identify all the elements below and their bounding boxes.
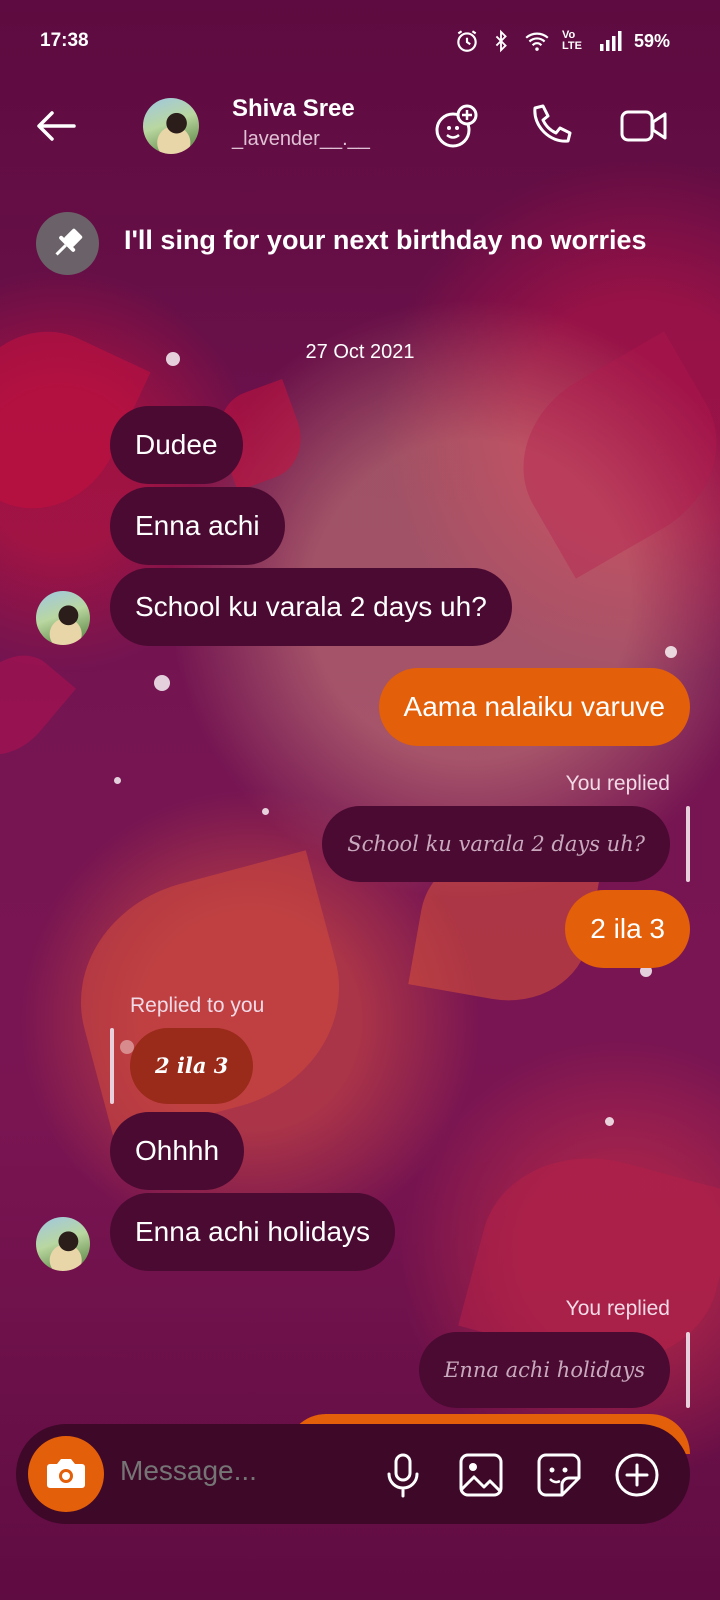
contact-avatar[interactable]: [143, 98, 199, 154]
quoted-reply[interactable]: School ku varala 2 days uh?: [322, 806, 670, 882]
video-call-icon[interactable]: [616, 98, 672, 154]
bluetooth-icon: [495, 29, 507, 53]
add-people-icon[interactable]: [428, 98, 484, 154]
status-bar: 17:38 Vo LTE 59%: [0, 0, 720, 80]
chat-header: Shiva Sree _lavender__.__: [0, 80, 720, 180]
pin-icon-button: [36, 212, 99, 275]
message-bubble-incoming[interactable]: Enna achi: [110, 487, 285, 565]
phone-call-icon[interactable]: [522, 98, 578, 154]
quoted-reply[interactable]: 2 ila 3: [130, 1028, 254, 1104]
network-type: Vo LTE: [561, 29, 582, 52]
message-bubble-outgoing[interactable]: Aama nalaiku varuve: [378, 668, 690, 746]
reply-indicator-bar: [686, 806, 690, 882]
sticker-icon[interactable]: [534, 1450, 584, 1500]
quoted-reply[interactable]: Enna achi holidays: [419, 1332, 670, 1408]
reply-indicator-bar: [110, 1028, 114, 1104]
more-options-plus-icon[interactable]: [612, 1450, 662, 1500]
signal-icon: [599, 31, 622, 51]
contact-name[interactable]: Shiva Sree: [232, 95, 355, 123]
alarm-icon: [457, 30, 477, 52]
message-composer: [16, 1424, 690, 1524]
pin-icon: [55, 228, 83, 256]
date-separator: 27 Oct 2021: [305, 341, 415, 363]
battery-level: 59%: [633, 30, 670, 51]
message-input[interactable]: [118, 1454, 362, 1488]
microphone-icon[interactable]: [378, 1450, 428, 1500]
reply-label: You replied: [565, 772, 670, 795]
pinned-message-text: I'll sing for your next birthday no worr…: [124, 225, 647, 255]
status-icons: Vo LTE 59%: [454, 28, 670, 54]
message-bubble-incoming[interactable]: Dudee: [110, 406, 243, 484]
reply-indicator-bar: [686, 1332, 690, 1408]
message-bubble-incoming[interactable]: Ohhhh: [110, 1112, 245, 1190]
reply-label: Replied to you: [130, 994, 265, 1017]
message-bubble-incoming[interactable]: Enna achi holidays: [110, 1193, 396, 1271]
sender-avatar[interactable]: [36, 591, 90, 645]
message-bubble-incoming[interactable]: School ku varala 2 days uh?: [110, 568, 512, 646]
contact-handle[interactable]: _lavender__.__: [232, 128, 370, 151]
status-time: 17:38: [40, 30, 89, 51]
message-bubble-outgoing[interactable]: 2 ila 3: [565, 890, 690, 968]
pinned-message-banner[interactable]: I'll sing for your next birthday no worr…: [0, 205, 720, 275]
camera-icon: [47, 1459, 85, 1488]
reply-label: You replied: [565, 1297, 670, 1320]
sender-avatar[interactable]: [36, 1217, 90, 1271]
camera-button[interactable]: [28, 1436, 104, 1512]
back-arrow-icon[interactable]: [28, 98, 84, 154]
gallery-icon[interactable]: [456, 1450, 506, 1500]
wifi-icon: [525, 32, 549, 51]
